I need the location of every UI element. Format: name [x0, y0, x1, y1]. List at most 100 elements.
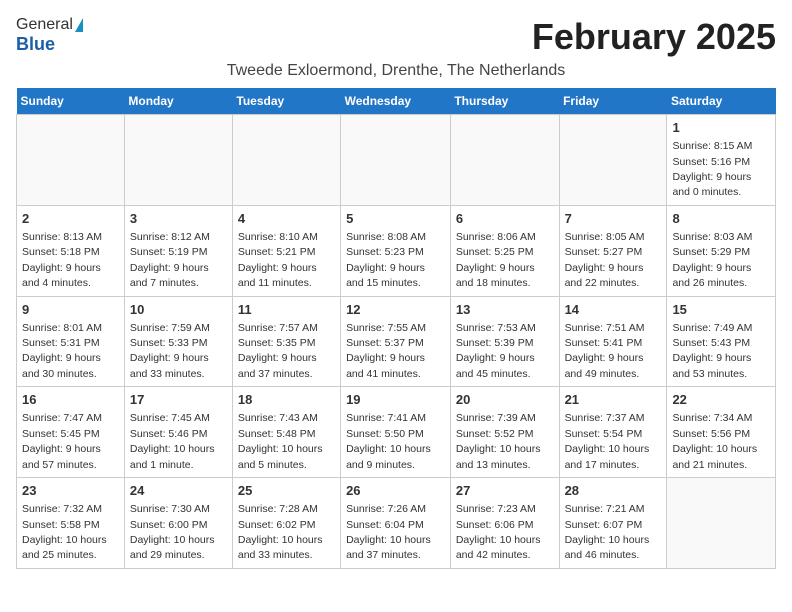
day-number: 18 — [238, 391, 335, 409]
logo-blue-text: Blue — [16, 34, 55, 55]
calendar-cell: 8 Sunrise: 8:03 AM Sunset: 5:29 PM Daylig… — [667, 205, 776, 296]
calendar-cell: 24 Sunrise: 7:30 AM Sunset: 6:00 PM Dayli… — [124, 478, 232, 569]
day-number: 24 — [130, 482, 227, 500]
calendar-cell: 10Sunrise: 7:59 AM Sunset: 5:33 PM Dayli… — [124, 296, 232, 387]
day-number: 6 — [456, 210, 554, 228]
calendar-cell: 5 Sunrise: 8:08 AM Sunset: 5:23 PM Daylig… — [341, 205, 451, 296]
day-info: Sunrise: 7:37 AM Sunset: 5:54 PM Dayligh… — [565, 412, 650, 470]
day-number: 9 — [22, 301, 119, 319]
day-info: Sunrise: 7:28 AM Sunset: 6:02 PM Dayligh… — [238, 503, 323, 561]
day-number: 2 — [22, 210, 119, 228]
calendar-cell: 3Sunrise: 8:12 AM Sunset: 5:19 PM Daylig… — [124, 205, 232, 296]
day-number: 15 — [672, 301, 770, 319]
day-info: Sunrise: 7:59 AM Sunset: 5:33 PM Dayligh… — [130, 322, 210, 380]
day-info: Sunrise: 7:47 AM Sunset: 5:45 PM Dayligh… — [22, 412, 102, 470]
day-info: Sunrise: 8:05 AM Sunset: 5:27 PM Dayligh… — [565, 231, 645, 289]
day-number: 25 — [238, 482, 335, 500]
day-info: Sunrise: 7:51 AM Sunset: 5:41 PM Dayligh… — [565, 322, 645, 380]
calendar-cell: 20 Sunrise: 7:39 AM Sunset: 5:52 PM Dayli… — [450, 387, 559, 478]
day-number: 13 — [456, 301, 554, 319]
day-info: Sunrise: 8:10 AM Sunset: 5:21 PM Dayligh… — [238, 231, 318, 289]
calendar-cell — [124, 115, 232, 206]
day-info: Sunrise: 7:34 AM Sunset: 5:56 PM Dayligh… — [672, 412, 757, 470]
weekday-header-wednesday: Wednesday — [341, 88, 451, 115]
month-title: February 2025 — [532, 16, 776, 58]
calendar-cell: 14 Sunrise: 7:51 AM Sunset: 5:41 PM Dayli… — [559, 296, 667, 387]
calendar-cell — [450, 115, 559, 206]
day-number: 28 — [565, 482, 662, 500]
day-number: 11 — [238, 301, 335, 319]
day-number: 17 — [130, 391, 227, 409]
calendar-cell: 1 Sunrise: 8:15 AM Sunset: 5:16 PM Daylig… — [667, 115, 776, 206]
calendar-cell: 12 Sunrise: 7:55 AM Sunset: 5:37 PM Dayli… — [341, 296, 451, 387]
day-number: 4 — [238, 210, 335, 228]
calendar-cell — [341, 115, 451, 206]
day-info: Sunrise: 7:39 AM Sunset: 5:52 PM Dayligh… — [456, 412, 541, 470]
day-number: 27 — [456, 482, 554, 500]
weekday-header-saturday: Saturday — [667, 88, 776, 115]
calendar-cell — [667, 478, 776, 569]
calendar-cell — [17, 115, 125, 206]
day-number: 14 — [565, 301, 662, 319]
day-info: Sunrise: 7:55 AM Sunset: 5:37 PM Dayligh… — [346, 322, 426, 380]
calendar-cell: 22 Sunrise: 7:34 AM Sunset: 5:56 PM Dayli… — [667, 387, 776, 478]
day-info: Sunrise: 8:06 AM Sunset: 5:25 PM Dayligh… — [456, 231, 536, 289]
calendar-cell: 4 Sunrise: 8:10 AM Sunset: 5:21 PM Daylig… — [232, 205, 340, 296]
logo-general-text: General — [16, 16, 73, 34]
calendar-cell: 18 Sunrise: 7:43 AM Sunset: 5:48 PM Dayli… — [232, 387, 340, 478]
day-number: 3 — [130, 210, 227, 228]
day-info: Sunrise: 8:08 AM Sunset: 5:23 PM Dayligh… — [346, 231, 426, 289]
day-number: 19 — [346, 391, 445, 409]
calendar-week-4: 16 Sunrise: 7:47 AM Sunset: 5:45 PM Dayli… — [17, 387, 776, 478]
day-number: 23 — [22, 482, 119, 500]
calendar-cell: 2 Sunrise: 8:13 AM Sunset: 5:18 PM Daylig… — [17, 205, 125, 296]
day-info: Sunrise: 8:13 AM Sunset: 5:18 PM Dayligh… — [22, 231, 102, 289]
day-number: 8 — [672, 210, 770, 228]
day-number: 12 — [346, 301, 445, 319]
day-info: Sunrise: 8:01 AM Sunset: 5:31 PM Dayligh… — [22, 322, 102, 380]
day-info: Sunrise: 7:41 AM Sunset: 5:50 PM Dayligh… — [346, 412, 431, 470]
day-info: Sunrise: 7:49 AM Sunset: 5:43 PM Dayligh… — [672, 322, 752, 380]
weekday-header-sunday: Sunday — [17, 88, 125, 115]
calendar-week-3: 9 Sunrise: 8:01 AM Sunset: 5:31 PM Daylig… — [17, 296, 776, 387]
calendar-week-1: 1 Sunrise: 8:15 AM Sunset: 5:16 PM Daylig… — [17, 115, 776, 206]
calendar-cell: 15 Sunrise: 7:49 AM Sunset: 5:43 PM Dayli… — [667, 296, 776, 387]
calendar-cell: 25 Sunrise: 7:28 AM Sunset: 6:02 PM Dayli… — [232, 478, 340, 569]
day-info: Sunrise: 7:45 AM Sunset: 5:46 PM Dayligh… — [130, 412, 215, 470]
logo: General Blue — [16, 16, 83, 55]
day-info: Sunrise: 8:15 AM Sunset: 5:16 PM Dayligh… — [672, 140, 752, 198]
day-info: Sunrise: 7:32 AM Sunset: 5:58 PM Dayligh… — [22, 503, 107, 561]
calendar-cell: 17 Sunrise: 7:45 AM Sunset: 5:46 PM Dayli… — [124, 387, 232, 478]
calendar-cell: 23 Sunrise: 7:32 AM Sunset: 5:58 PM Dayli… — [17, 478, 125, 569]
calendar-week-2: 2 Sunrise: 8:13 AM Sunset: 5:18 PM Daylig… — [17, 205, 776, 296]
day-number: 7 — [565, 210, 662, 228]
day-number: 20 — [456, 391, 554, 409]
logo-triangle-icon — [75, 18, 83, 32]
weekday-header-tuesday: Tuesday — [232, 88, 340, 115]
day-info: Sunrise: 7:26 AM Sunset: 6:04 PM Dayligh… — [346, 503, 431, 561]
day-number: 21 — [565, 391, 662, 409]
calendar-cell: 27Sunrise: 7:23 AM Sunset: 6:06 PM Dayli… — [450, 478, 559, 569]
calendar-cell: 9 Sunrise: 8:01 AM Sunset: 5:31 PM Daylig… — [17, 296, 125, 387]
weekday-header-monday: Monday — [124, 88, 232, 115]
day-info: Sunrise: 7:30 AM Sunset: 6:00 PM Dayligh… — [130, 503, 215, 561]
calendar-cell: 28Sunrise: 7:21 AM Sunset: 6:07 PM Dayli… — [559, 478, 667, 569]
location-subtitle: Tweede Exloermond, Drenthe, The Netherla… — [16, 62, 776, 80]
day-number: 16 — [22, 391, 119, 409]
calendar-cell: 26Sunrise: 7:26 AM Sunset: 6:04 PM Dayli… — [341, 478, 451, 569]
day-info: Sunrise: 7:43 AM Sunset: 5:48 PM Dayligh… — [238, 412, 323, 470]
calendar-cell: 6 Sunrise: 8:06 AM Sunset: 5:25 PM Daylig… — [450, 205, 559, 296]
day-info: Sunrise: 7:53 AM Sunset: 5:39 PM Dayligh… — [456, 322, 536, 380]
calendar-cell — [232, 115, 340, 206]
day-number: 5 — [346, 210, 445, 228]
weekday-header-thursday: Thursday — [450, 88, 559, 115]
day-number: 22 — [672, 391, 770, 409]
calendar-cell: 16 Sunrise: 7:47 AM Sunset: 5:45 PM Dayli… — [17, 387, 125, 478]
calendar-cell: 19 Sunrise: 7:41 AM Sunset: 5:50 PM Dayli… — [341, 387, 451, 478]
page-header: General Blue February 2025 — [16, 16, 776, 58]
day-info: Sunrise: 8:03 AM Sunset: 5:29 PM Dayligh… — [672, 231, 752, 289]
calendar-cell: 13 Sunrise: 7:53 AM Sunset: 5:39 PM Dayli… — [450, 296, 559, 387]
calendar-cell: 11Sunrise: 7:57 AM Sunset: 5:35 PM Dayli… — [232, 296, 340, 387]
title-area: February 2025 — [532, 16, 776, 58]
day-number: 1 — [672, 119, 770, 137]
